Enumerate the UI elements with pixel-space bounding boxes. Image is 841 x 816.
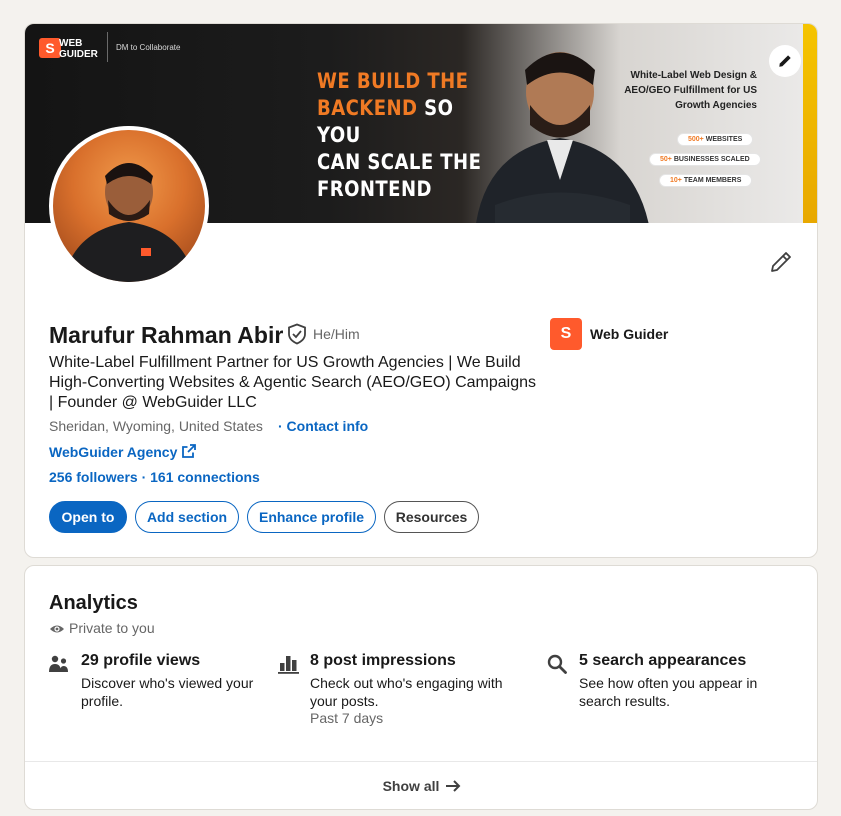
analytics-privacy-note: Private to you (69, 620, 155, 636)
enhance-profile-button[interactable]: Enhance profile (247, 501, 376, 533)
resources-button[interactable]: Resources (384, 501, 479, 533)
metric-title: 5 search appearances (579, 652, 747, 669)
show-all-label: Show all (382, 778, 440, 794)
banner-stat-team: 10+ TEAM MEMBERS (659, 174, 753, 187)
metric-description: See how often you appear in search resul… (579, 675, 758, 709)
open-to-button[interactable]: Open to (49, 501, 127, 533)
banner-tagline: White-Label Web Design & AEO/GEO Fulfill… (624, 70, 757, 111)
web-guider-logo-icon: S (39, 38, 61, 58)
profile-name: Marufur Rahman Abir (49, 322, 284, 348)
analytics-title: Analytics (49, 592, 138, 614)
banner-brand-name: WEB GUIDER (59, 38, 98, 60)
eye-icon (50, 625, 64, 633)
web-guider-company-logo-icon: S (550, 318, 582, 350)
metric-description: Discover who's viewed your profile. (81, 675, 254, 709)
analytics-card: Analytics Private to you 29 profile view… (24, 565, 818, 810)
banner-stat-websites: 500+ WEBSITES (677, 133, 754, 146)
pencil-icon (779, 55, 791, 67)
verified-shield-icon[interactable] (287, 323, 307, 345)
add-section-button[interactable]: Add section (135, 501, 239, 533)
show-all-analytics-button[interactable]: Show all (25, 762, 817, 809)
edit-intro-button[interactable] (769, 250, 793, 274)
profile-card: S WEB GUIDER DM to Collaborate WE BUILD … (24, 23, 818, 558)
metric-title: 29 profile views (81, 652, 201, 669)
people-icon (49, 655, 68, 672)
banner-accent-bar (803, 24, 817, 223)
company-name: Web Guider (590, 326, 669, 342)
profile-pronouns: He/Him (313, 326, 360, 342)
arrow-right-icon (446, 780, 461, 792)
headline-line-4: FRONTEND (317, 177, 432, 201)
external-link-icon[interactable] (181, 443, 197, 459)
profile-location: Sheridan, Wyoming, United States (49, 418, 263, 434)
avatar-portrait (63, 163, 195, 282)
search-icon (547, 654, 567, 674)
website-link[interactable]: WebGuider Agency (49, 444, 177, 460)
metric-period: Past 7 days (310, 710, 384, 726)
headline-line-1: WE BUILD THE (317, 69, 469, 93)
banner-cta: DM to Collaborate (116, 43, 181, 52)
banner-divider (107, 32, 108, 62)
headline-highlight: BACKEND (317, 96, 418, 120)
edit-banner-button[interactable] (769, 45, 801, 77)
followers-connections-link[interactable]: 256 followers · 161 connections (49, 469, 260, 485)
profile-avatar[interactable] (49, 126, 209, 286)
bar-chart-icon (278, 656, 299, 674)
contact-info-link[interactable]: · Contact info (278, 418, 368, 434)
banner-stat-businesses: 50+ BUSINESSES SCALED (649, 153, 761, 166)
banner-person-photo (476, 52, 649, 223)
metric-title: 8 post impressions (310, 652, 456, 669)
pencil-icon (771, 252, 791, 272)
metric-description: Check out who's engaging with your posts… (310, 675, 503, 709)
profile-headline: White-Label Fulfillment Partner for US G… (49, 354, 537, 411)
